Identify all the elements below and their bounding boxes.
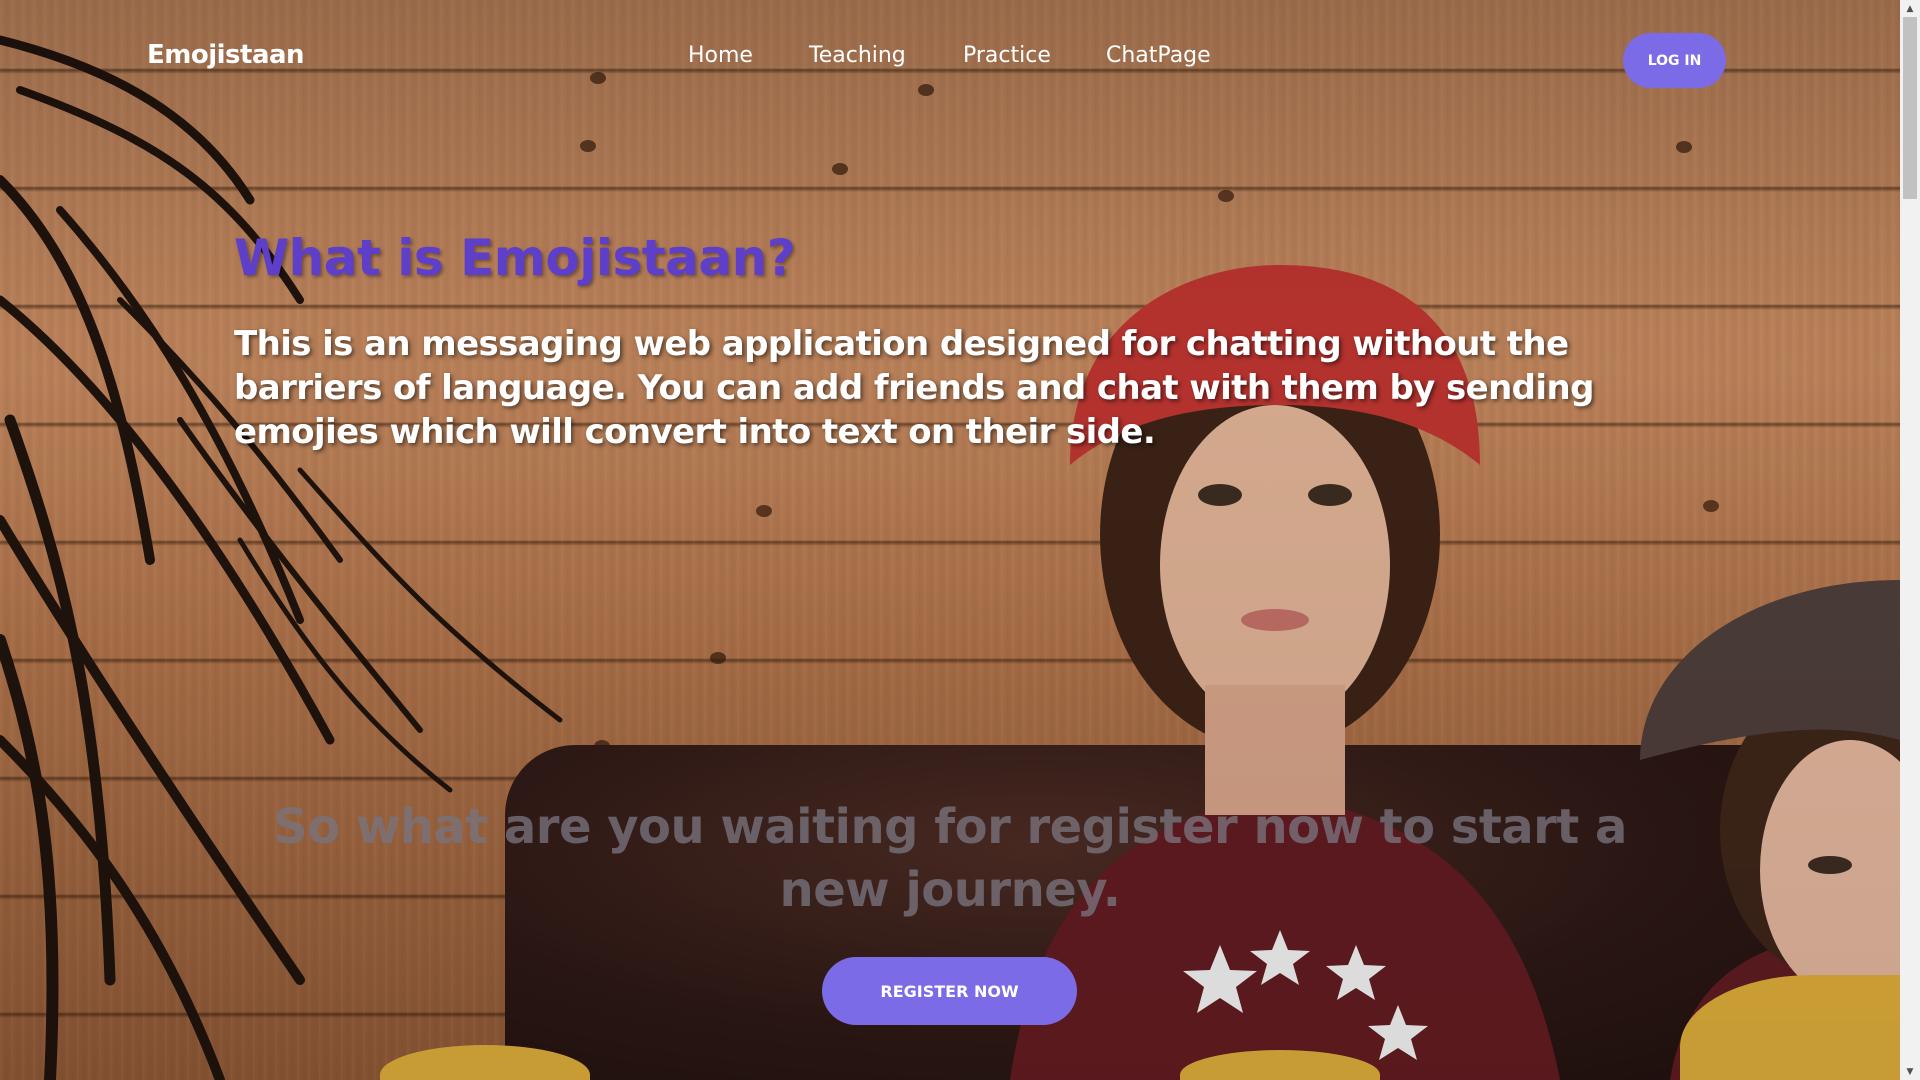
scroll-down-arrow-icon[interactable]: ▼ (1900, 1063, 1920, 1080)
scrollbar-thumb[interactable] (1903, 17, 1917, 199)
nav-link-home[interactable]: Home (688, 43, 753, 68)
page-scrollbar[interactable]: ▲ ▼ (1900, 0, 1920, 1080)
call-to-action-text: So what are you waiting for register now… (273, 799, 1627, 918)
register-button[interactable]: REGISTER NOW (822, 957, 1077, 1025)
scroll-up-arrow-icon[interactable]: ▲ (1900, 0, 1920, 17)
brand-logo[interactable]: Emojistaan (147, 40, 305, 70)
page-title: What is Emojistaan? (234, 229, 796, 287)
login-button[interactable]: LOG IN (1623, 33, 1726, 88)
nav-link-chatpage[interactable]: ChatPage (1106, 43, 1211, 68)
nav-link-teaching[interactable]: Teaching (809, 43, 906, 68)
nav-link-practice[interactable]: Practice (963, 43, 1051, 68)
top-navigation: Emojistaan Home Teaching Practice ChatPa… (0, 0, 1900, 120)
app-description: This is an messaging web application des… (234, 324, 1594, 452)
